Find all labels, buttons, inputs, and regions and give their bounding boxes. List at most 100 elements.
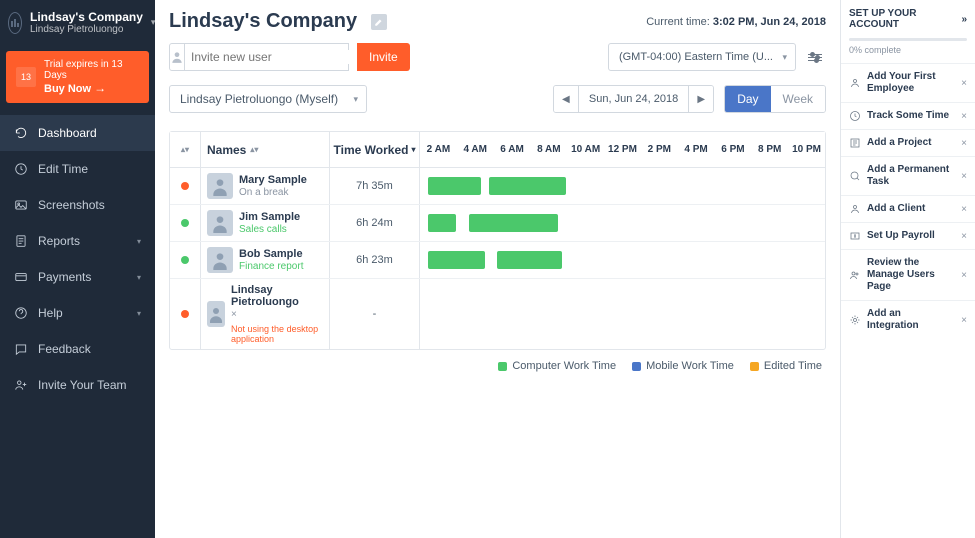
timezone-select[interactable]: (GMT-04:00) Eastern Time (U... <box>608 43 796 71</box>
name-cell[interactable]: Mary SampleOn a break <box>200 168 330 204</box>
time-column-header[interactable]: Time Worked ▾ <box>330 132 420 167</box>
close-icon[interactable]: × <box>961 171 967 182</box>
setup-item-track-some-time[interactable]: Track Some Time× <box>841 102 975 129</box>
legend-color-icon <box>498 362 507 371</box>
sidebar-item-dashboard[interactable]: Dashboard <box>0 115 155 151</box>
image-icon <box>14 198 28 212</box>
hour-label: 8 AM <box>530 144 567 155</box>
setup-item-review-the-manage-users-page[interactable]: Review the Manage Users Page × <box>841 249 975 300</box>
setup-item-add-a-client[interactable]: Add a Client× <box>841 195 975 222</box>
sidebar-item-edit-time[interactable]: Edit Time <box>0 151 155 187</box>
setup-item-label: Review the Manage Users Page <box>867 257 955 293</box>
name-cell[interactable]: Bob SampleFinance report <box>200 242 330 278</box>
warning-text: Not using the desktop application <box>231 324 323 344</box>
chevron-down-icon: ▾ <box>137 273 141 282</box>
sidebar-item-label: Screenshots <box>38 198 105 212</box>
legend-label: Mobile Work Time <box>646 360 734 372</box>
day-tab[interactable]: Day <box>725 86 770 112</box>
edit-title-button[interactable] <box>371 14 387 30</box>
refresh-icon <box>14 126 28 140</box>
status-dot-icon <box>181 310 189 318</box>
chart-cell <box>420 205 825 241</box>
time-bar <box>428 177 481 195</box>
company-switcher[interactable]: Lindsay's Company Lindsay Pietroluongo ▾ <box>0 0 155 45</box>
legend-item: Edited Time <box>750 360 822 372</box>
sidebar-item-reports[interactable]: Reports ▾ <box>0 223 155 259</box>
chart-cell <box>420 279 825 349</box>
status-column-header[interactable]: ▴▾ <box>170 132 200 167</box>
close-icon[interactable]: × <box>961 204 967 215</box>
names-column-header[interactable]: Names ▴▾ <box>200 132 330 167</box>
collapse-icon[interactable]: » <box>961 14 967 25</box>
hour-label: 6 PM <box>715 144 752 155</box>
hour-label: 4 AM <box>457 144 494 155</box>
user-name: Mary Sample <box>239 174 307 186</box>
buy-now-label: Buy Now <box>44 83 91 95</box>
time-bar <box>497 251 562 269</box>
table-row: Mary SampleOn a break 7h 35m <box>170 168 825 204</box>
trial-banner[interactable]: 13 Trial expires in 13 Days Buy Now → <box>6 51 149 103</box>
sidebar-item-label: Feedback <box>38 342 91 356</box>
sort-icon: ▴▾ <box>250 147 258 152</box>
company-name: Lindsay's Company <box>30 10 143 24</box>
invite-button[interactable]: Invite <box>357 43 410 71</box>
table-row: Lindsay Pietroluongo× Not using the deskt… <box>170 278 825 349</box>
user-status: × <box>231 309 237 320</box>
avatar <box>207 247 233 273</box>
client-icon <box>849 203 861 215</box>
date-navigator: ◀ Sun, Jun 24, 2018 ▶ <box>553 85 714 113</box>
sidebar-item-label: Reports <box>38 234 80 248</box>
status-dot-icon <box>181 219 189 227</box>
status-cell <box>170 279 200 349</box>
arrow-right-icon: → <box>94 81 106 95</box>
time-bar <box>469 214 558 232</box>
user-status: On a break <box>239 187 288 198</box>
setup-item-label: Add a Permanent Task <box>867 164 955 188</box>
user-name: Jim Sample <box>239 211 300 223</box>
close-icon[interactable]: × <box>961 138 967 149</box>
next-day-button[interactable]: ▶ <box>689 86 713 112</box>
setup-item-add-a-permanent-task[interactable]: Add a Permanent Task × <box>841 156 975 195</box>
close-icon[interactable]: × <box>961 231 967 242</box>
time-bar <box>489 177 566 195</box>
chart-cell <box>420 168 825 204</box>
legend-item: Computer Work Time <box>498 360 616 372</box>
table-header: ▴▾ Names ▴▾ Time Worked ▾ 2 AM4 AM6 AM8 … <box>170 132 825 168</box>
view-tabs: Day Week <box>724 85 826 113</box>
chat-icon <box>14 342 28 356</box>
clock-icon <box>849 110 861 122</box>
sidebar-item-feedback[interactable]: Feedback <box>0 331 155 367</box>
close-icon[interactable]: × <box>961 315 967 326</box>
close-icon[interactable]: × <box>961 270 967 281</box>
prev-day-button[interactable]: ◀ <box>554 86 578 112</box>
chevron-down-icon: ▾ <box>137 237 141 246</box>
invite-input-wrap <box>169 43 349 71</box>
setup-item-label: Set Up Payroll <box>867 230 955 242</box>
week-tab[interactable]: Week <box>771 86 825 112</box>
close-icon[interactable]: × <box>961 111 967 122</box>
sidebar-nav: DashboardEdit TimeScreenshotsReports▾Pay… <box>0 115 155 403</box>
setup-item-set-up-payroll[interactable]: Set Up Payroll × <box>841 222 975 249</box>
user-name: Lindsay Pietroluongo <box>231 284 323 308</box>
table-body: Mary SampleOn a break 7h 35m Jim SampleS… <box>170 168 825 349</box>
settings-icon[interactable] <box>804 46 826 68</box>
legend-label: Computer Work Time <box>512 360 616 372</box>
close-icon[interactable]: × <box>961 78 967 89</box>
sidebar-item-screenshots[interactable]: Screenshots <box>0 187 155 223</box>
setup-item-label: Add Your First Employee <box>867 71 955 95</box>
setup-item-add-a-project[interactable]: Add a Project× <box>841 129 975 156</box>
sidebar-item-invite-your-team[interactable]: Invite Your Team <box>0 367 155 403</box>
table-row: Jim SampleSales calls 6h 24m <box>170 204 825 241</box>
name-cell[interactable]: Jim SampleSales calls <box>200 205 330 241</box>
payroll-icon <box>849 230 861 242</box>
setup-item-add-your-first-employee[interactable]: Add Your First Employee × <box>841 63 975 102</box>
status-cell <box>170 205 200 241</box>
main-content: Lindsay's Company Current time: 3:02 PM,… <box>155 0 840 538</box>
sidebar-item-help[interactable]: Help▾ <box>0 295 155 331</box>
invite-input[interactable] <box>185 50 352 64</box>
help-icon <box>14 306 28 320</box>
sidebar-item-payments[interactable]: Payments▾ <box>0 259 155 295</box>
setup-item-add-an-integration[interactable]: Add an Integration× <box>841 300 975 339</box>
user-filter-select[interactable]: Lindsay Pietroluongo (Myself) <box>169 85 367 113</box>
name-cell[interactable]: Lindsay Pietroluongo× Not using the deskt… <box>200 279 330 349</box>
